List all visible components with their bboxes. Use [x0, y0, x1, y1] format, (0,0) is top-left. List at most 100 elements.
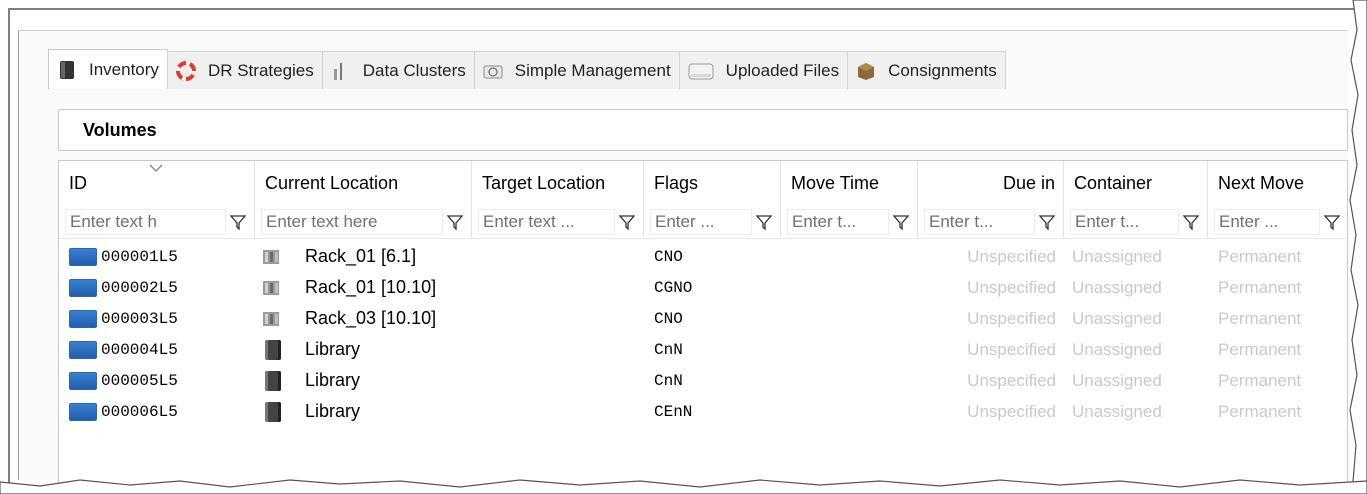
column-header-due-in[interactable]: Due in — [918, 161, 1064, 205]
filter-icon[interactable] — [1320, 209, 1344, 235]
filter-icon[interactable] — [443, 209, 467, 235]
rack-icon — [261, 247, 283, 267]
target-location-cell — [472, 272, 644, 303]
volume-icon — [69, 247, 97, 266]
due-in-value: Unspecified — [967, 401, 1056, 421]
current-location: Rack_03 [10.10] — [305, 308, 437, 328]
id-filter-input[interactable] — [65, 209, 226, 235]
filter-icon[interactable] — [1035, 209, 1059, 235]
current-location-cell: Rack_03 [10.10] — [255, 303, 472, 334]
current-location-cell: Rack_01 [6.1] — [255, 241, 472, 272]
next-move-value: Permanent — [1218, 277, 1302, 297]
table-row[interactable]: 000001L5 Rack_01 [6.1] CNO Unspecified Unass… — [59, 241, 1347, 272]
tab-uploaded-files[interactable]: Uploaded Files — [678, 51, 849, 89]
due-in-value: Unspecified — [967, 277, 1056, 297]
due-in-value: Unspecified — [967, 246, 1056, 266]
move-time-filter-input[interactable] — [787, 209, 889, 235]
current-location: Library — [305, 339, 361, 359]
next-move-value: Permanent — [1218, 308, 1302, 328]
flags-filter-input[interactable] — [650, 209, 752, 235]
tab-label: Simple Management — [514, 60, 671, 80]
id-cell: 000003L5 — [59, 303, 255, 334]
box-icon — [856, 61, 876, 81]
next-move-filter-input[interactable] — [1214, 209, 1320, 235]
flags-cell: CGNO — [644, 272, 781, 303]
filter-cell — [644, 205, 781, 239]
container-cell: Unassigned — [1064, 272, 1208, 303]
inventory-icon — [57, 60, 77, 80]
due-in-cell: Unspecified — [918, 365, 1064, 396]
tab-inventory[interactable]: Inventory — [48, 49, 168, 89]
rack-icon — [261, 309, 283, 329]
current-location-cell: Library — [255, 365, 472, 396]
container-value: Unassigned — [1072, 370, 1162, 390]
filter-cell — [1064, 205, 1208, 239]
volume-icon — [69, 402, 97, 421]
next-move-cell: Permanent — [1208, 396, 1347, 427]
current-location: Rack_01 [10.10] — [305, 277, 437, 297]
move-time-cell — [781, 303, 918, 334]
volume-icon — [69, 278, 97, 297]
flags-value: CNO — [654, 247, 683, 266]
current-location-filter-input[interactable] — [261, 209, 443, 235]
table-row[interactable]: 000002L5 Rack_01 [10.10] CGNO Unspecified Un… — [59, 272, 1347, 303]
table-row[interactable]: 000005L5 Library CnN Unspecified Unassigned P… — [59, 365, 1347, 396]
library-icon — [265, 339, 281, 360]
container-cell: Unassigned — [1064, 241, 1208, 272]
filter-icon[interactable] — [889, 209, 913, 235]
container-cell: Unassigned — [1064, 365, 1208, 396]
column-header-id[interactable]: ID — [59, 161, 255, 205]
column-header-container[interactable]: Container — [1064, 161, 1208, 205]
current-location: Library — [305, 401, 361, 421]
container-value: Unassigned — [1072, 339, 1162, 359]
column-header-next-move[interactable]: Next Move — [1208, 161, 1347, 205]
due-in-value: Unspecified — [967, 339, 1056, 359]
management-icon — [483, 61, 503, 81]
next-move-value: Permanent — [1218, 339, 1302, 359]
file-icon — [688, 61, 714, 81]
table-row[interactable]: 000004L5 Library CnN Unspecified Unassigned P… — [59, 334, 1347, 365]
column-header-move-time[interactable]: Move Time — [781, 161, 918, 205]
target-location-filter-input[interactable] — [478, 209, 615, 235]
column-header-target-location[interactable]: Target Location — [472, 161, 644, 205]
torn-edge-right — [1349, 0, 1367, 494]
id-cell: 000001L5 — [59, 241, 255, 272]
target-location-cell — [472, 365, 644, 396]
tab-bar: Inventory DR Strategies Data Clusters Si… — [48, 49, 1006, 89]
library-icon — [265, 370, 281, 391]
id-cell: 000006L5 — [59, 396, 255, 427]
target-location-cell — [472, 241, 644, 272]
column-header-flags[interactable]: Flags — [644, 161, 781, 205]
container-value: Unassigned — [1072, 246, 1162, 266]
container-cell: Unassigned — [1064, 334, 1208, 365]
filter-icon[interactable] — [752, 209, 776, 235]
column-header-current-location[interactable]: Current Location — [255, 161, 472, 205]
tab-dr-strategies[interactable]: DR Strategies — [166, 51, 323, 89]
move-time-cell — [781, 365, 918, 396]
container-filter-input[interactable] — [1070, 209, 1179, 235]
volumes-header: Volumes — [58, 109, 1348, 151]
move-time-cell — [781, 272, 918, 303]
flags-cell: CNO — [644, 241, 781, 272]
due-in-filter-input[interactable] — [924, 209, 1035, 235]
table-row[interactable]: 000003L5 Rack_03 [10.10] CNO Unspecified Una… — [59, 303, 1347, 334]
id-cell: 000002L5 — [59, 272, 255, 303]
filter-icon[interactable] — [615, 209, 639, 235]
tab-simple-management[interactable]: Simple Management — [473, 51, 680, 89]
target-location-cell — [472, 396, 644, 427]
section-title: Volumes — [83, 119, 157, 140]
move-time-cell — [781, 241, 918, 272]
tab-consignments[interactable]: Consignments — [847, 51, 1006, 89]
filter-icon[interactable] — [226, 209, 250, 235]
due-in-value: Unspecified — [967, 370, 1056, 390]
tab-data-clusters[interactable]: Data Clusters — [321, 51, 475, 89]
filter-cell — [59, 205, 255, 239]
due-in-cell: Unspecified — [918, 396, 1064, 427]
filter-icon[interactable] — [1179, 209, 1203, 235]
next-move-cell: Permanent — [1208, 241, 1347, 272]
table-row[interactable]: 000006L5 Library CEnN Unspecified Unassigned… — [59, 396, 1347, 427]
move-time-cell — [781, 396, 918, 427]
due-in-cell: Unspecified — [918, 303, 1064, 334]
filter-cell — [1208, 205, 1347, 239]
filter-row — [59, 205, 1347, 239]
